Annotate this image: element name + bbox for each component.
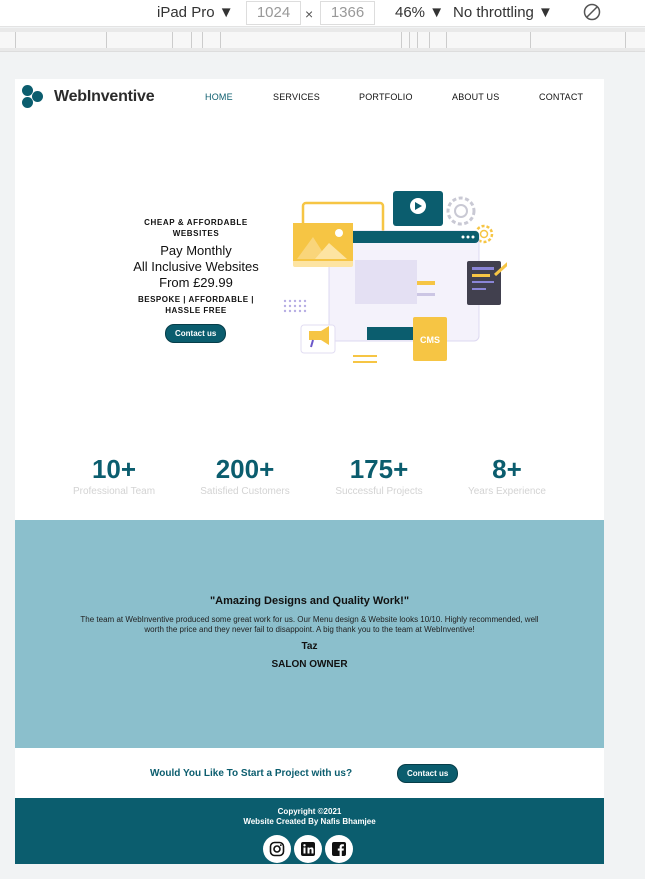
- stat-years-experience: 8+ Years Experience: [447, 452, 567, 497]
- times-icon: ×: [305, 6, 314, 22]
- cta-text: Would You Like To Start a Project with u…: [150, 768, 353, 779]
- gear-icon: [446, 196, 476, 226]
- play-video-icon: [393, 191, 443, 226]
- nav-item-portfolio[interactable]: PORTFOLIO: [359, 92, 413, 102]
- height-input[interactable]: 1366: [320, 1, 375, 25]
- stat-number: 175+: [349, 454, 409, 484]
- stat-number: 10+: [91, 454, 137, 484]
- throttle-select[interactable]: No throttling ▼: [453, 4, 553, 21]
- stat-professional-team: 10+ Professional Team: [54, 452, 174, 497]
- nav-item-contact[interactable]: CONTACT: [539, 92, 583, 102]
- hero-subtitle: BESPOKE | AFFORDABLE | HASSLE FREE: [137, 295, 255, 315]
- nav-item-home[interactable]: HOME: [205, 92, 233, 102]
- throttle-label: No throttling: [453, 4, 534, 21]
- width-input[interactable]: 1024: [246, 1, 301, 25]
- social-links: [263, 835, 353, 863]
- facebook-icon[interactable]: [325, 835, 353, 863]
- stat-label: Professional Team: [72, 486, 156, 497]
- ruler-segment[interactable]: [107, 32, 173, 48]
- stat-label: Satisfied Customers: [200, 486, 290, 497]
- ruler-segment[interactable]: [0, 32, 16, 48]
- chevron-down-icon: ▼: [218, 4, 234, 21]
- device-select[interactable]: iPad Pro ▼: [157, 4, 234, 21]
- linkedin-icon[interactable]: [294, 835, 322, 863]
- stat-successful-projects: 175+ Successful Projects: [319, 452, 439, 497]
- testimonial-title: "Amazing Designs and Quality Work!": [209, 595, 410, 607]
- rotate-icon[interactable]: [582, 2, 602, 22]
- megaphone-icon: [300, 324, 336, 354]
- ruler-segment[interactable]: [447, 32, 531, 48]
- ruler-segment[interactable]: [410, 32, 418, 48]
- hero-line-3: From £29.99: [159, 275, 233, 290]
- cta-contact-button[interactable]: Contact us: [397, 764, 459, 783]
- web-design-illustration: CMS: [283, 191, 507, 363]
- ruler-segment[interactable]: [402, 32, 410, 48]
- nav-item-services[interactable]: SERVICES: [273, 92, 320, 102]
- logo-hexagons-icon: [22, 85, 48, 109]
- testimonial-author: Taz: [301, 641, 318, 652]
- device-label: iPad Pro: [157, 4, 215, 21]
- testimonial-section: "Amazing Designs and Quality Work!" The …: [15, 520, 604, 748]
- footer-copyright: Copyright ©2021 Website Created By Nafis…: [15, 807, 604, 827]
- stat-label: Years Experience: [467, 486, 546, 497]
- instagram-icon[interactable]: [263, 835, 291, 863]
- credit-text: Website Created By Nafis Bhamjee: [243, 817, 376, 826]
- ruler-segment[interactable]: [430, 32, 447, 48]
- testimonial-role: SALON OWNER: [271, 659, 348, 670]
- hero-contact-button[interactable]: Contact us: [165, 324, 227, 343]
- cms-box-icon: CMS: [413, 317, 447, 361]
- stat-number: 200+: [215, 454, 275, 484]
- stats-section: 10+ Professional Team 200+ Satisfied Cus…: [15, 452, 604, 512]
- stat-number: 8+: [492, 454, 522, 484]
- ruler-segment[interactable]: [173, 32, 192, 48]
- ruler-segment[interactable]: [221, 32, 402, 48]
- zoom-label: 46%: [395, 4, 426, 21]
- nav-item-about-us[interactable]: ABOUT US: [452, 92, 499, 102]
- cms-label: CMS: [420, 335, 440, 345]
- media-query-ruler[interactable]: [0, 28, 645, 52]
- hero-headline: Pay Monthly All Inclusive Websites From …: [120, 243, 272, 291]
- devtools-device-toolbar: iPad Pro ▼ 1024 × 1366 46% ▼ No throttli…: [0, 0, 645, 27]
- ruler-segment[interactable]: [203, 32, 221, 48]
- document-icon: [467, 261, 507, 305]
- ruler-segment[interactable]: [418, 32, 430, 48]
- ruler-segment[interactable]: [531, 32, 626, 48]
- testimonial-body: The team at WebInventive produced some g…: [80, 615, 539, 634]
- hero-line-2: All Inclusive Websites: [133, 259, 259, 274]
- hero-line-1: Pay Monthly: [160, 243, 232, 258]
- ruler-segment[interactable]: [16, 32, 107, 48]
- stat-label: Successful Projects: [335, 486, 423, 497]
- ruler-segment[interactable]: [626, 32, 645, 48]
- image-icon: [293, 223, 353, 267]
- cta-section: Would You Like To Start a Project with u…: [15, 748, 604, 798]
- hero-kicker: CHEAP & AFFORDABLE WEBSITES: [144, 218, 248, 238]
- logo[interactable]: WebInventive: [22, 85, 155, 109]
- hero-copy: CHEAP & AFFORDABLE WEBSITES Pay Monthly …: [120, 217, 272, 316]
- copyright-text: Copyright ©2021: [277, 807, 342, 816]
- chevron-down-icon: ▼: [538, 4, 553, 21]
- emulated-page: WebInventive HOME SERVICES PORTFOLIO ABO…: [15, 79, 604, 864]
- footer: Copyright ©2021 Website Created By Nafis…: [15, 798, 604, 864]
- zoom-select[interactable]: 46% ▼: [395, 4, 444, 21]
- navbar: WebInventive HOME SERVICES PORTFOLIO ABO…: [15, 79, 604, 119]
- stat-satisfied-customers: 200+ Satisfied Customers: [185, 452, 305, 497]
- chevron-down-icon: ▼: [429, 4, 445, 21]
- ruler-segment[interactable]: [192, 32, 203, 48]
- brand-name: WebInventive: [54, 88, 155, 105]
